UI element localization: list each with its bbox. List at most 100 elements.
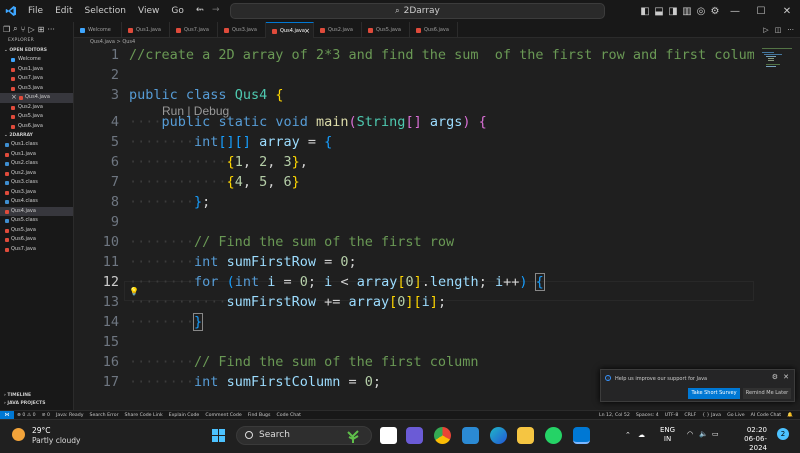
clock[interactable]: 02:20 06-06-2024	[727, 426, 767, 453]
tab-welcome[interactable]: Welcome	[74, 22, 122, 38]
file-item[interactable]: Qus5.java	[0, 226, 73, 236]
timeline-section[interactable]: › TIMELINE	[0, 392, 74, 400]
open-editor-item[interactable]: Qus2.java	[0, 103, 73, 113]
status-item[interactable]: Explain Code	[166, 413, 203, 418]
run-icon[interactable]: ▷	[763, 26, 768, 34]
forward-arrow-icon[interactable]: →	[212, 5, 220, 15]
take-survey-button[interactable]: Take Short Survey	[688, 388, 740, 399]
run-debug-icon[interactable]: ▷	[28, 25, 34, 34]
tab-qus1-java[interactable]: Qus1.java	[122, 22, 170, 38]
status-item[interactable]: Code Chat	[273, 413, 303, 418]
file-explorer-icon[interactable]	[517, 427, 534, 444]
open-editors-section[interactable]: ⌄ OPEN EDITORS	[0, 46, 73, 55]
toggle-sidebar-icon[interactable]: ◧	[638, 6, 652, 17]
status-item[interactable]: AI Code Chat	[748, 413, 785, 418]
plant-icon[interactable]	[345, 427, 362, 444]
status-item[interactable]: Find Bugs	[245, 413, 274, 418]
file-item[interactable]: Qus4.class	[0, 197, 73, 207]
file-item[interactable]: Qus4.java	[0, 206, 73, 216]
teams-chat-icon[interactable]	[406, 427, 423, 444]
open-editor-item[interactable]: Qus1.java	[0, 65, 73, 75]
volume-icon[interactable]: 🔈	[699, 430, 708, 438]
tab-qus7-java[interactable]: Qus7.java	[170, 22, 218, 38]
status-item[interactable]: CRLF	[681, 413, 699, 418]
minimize-icon[interactable]: —	[722, 6, 748, 17]
menu-edit[interactable]: Edit	[49, 6, 78, 16]
tab-qus6-java[interactable]: Qus6.java	[410, 22, 458, 38]
wifi-icon[interactable]: ◠	[687, 430, 693, 438]
extensions-icon[interactable]: ⊞	[38, 25, 45, 34]
minimap[interactable]	[760, 47, 800, 87]
status-item[interactable]: Java: Ready	[53, 413, 87, 418]
folder-section[interactable]: ⌄ 2DARRAY	[0, 131, 73, 140]
language-indicator[interactable]: ENG IN	[660, 426, 675, 444]
windows-start-icon[interactable]	[212, 429, 225, 442]
menu-selection[interactable]: Selection	[79, 6, 132, 16]
status-item[interactable]: UTF-8	[662, 413, 682, 418]
maximize-icon[interactable]: ☐	[748, 6, 774, 17]
file-item[interactable]: Qus7.java	[0, 245, 73, 255]
file-item[interactable]: Qus5.class	[0, 216, 73, 226]
chevron-up-icon[interactable]: ⌃	[625, 431, 631, 439]
status-item[interactable]: Comment Code	[202, 413, 244, 418]
tab-qus5-java[interactable]: Qus5.java	[362, 22, 410, 38]
source-control-icon[interactable]: ⑂	[21, 25, 26, 34]
toggle-secondary-sidebar-icon[interactable]: ◨	[666, 6, 680, 17]
breadcrumb[interactable]: Qus4.java > Qus4	[74, 38, 800, 47]
status-item[interactable]: Ln 12, Col 52	[596, 413, 633, 418]
command-center-search[interactable]: ⌕ 2Darray	[230, 3, 605, 19]
status-item[interactable]: Spaces: 4	[633, 413, 662, 418]
file-item[interactable]: Qus2.class	[0, 159, 73, 169]
tab-qus2-java[interactable]: Qus2.java	[314, 22, 362, 38]
battery-icon[interactable]: ▭	[712, 430, 719, 438]
status-item[interactable]: { } Java	[699, 413, 724, 418]
close-icon[interactable]: ×	[11, 93, 17, 103]
files-icon[interactable]: ❐	[3, 25, 10, 34]
open-editor-item[interactable]: Qus3.java	[0, 84, 73, 94]
open-editor-item[interactable]: Qus5.java	[0, 112, 73, 122]
tab-qus4-java[interactable]: Qus4.java ×	[266, 22, 314, 38]
bell-icon[interactable]: 🔔	[784, 413, 796, 418]
file-item[interactable]: Qus1.java	[0, 150, 73, 160]
more-actions-icon[interactable]: ···	[787, 26, 794, 34]
close-window-icon[interactable]: ✕	[774, 6, 800, 17]
file-item[interactable]: Qus3.class	[0, 178, 73, 188]
store-icon[interactable]	[462, 427, 479, 444]
status-item[interactable]: Go Live	[724, 413, 748, 418]
tab-qus3-java[interactable]: Qus3.java	[218, 22, 266, 38]
cloud-icon[interactable]: ☁	[638, 431, 645, 439]
file-item[interactable]: Qus1.class	[0, 140, 73, 150]
file-item[interactable]: Qus3.java	[0, 188, 73, 198]
status-item[interactable]: Share Code Link	[122, 413, 166, 418]
code-editor[interactable]: Run | Debug 💡 1//create a 2D array of 2*…	[74, 47, 754, 407]
split-editor-icon[interactable]: ◫	[775, 26, 782, 34]
notification-settings-icon[interactable]: ⚙	[772, 373, 778, 381]
status-item[interactable]: Search Error	[87, 413, 122, 418]
open-editor-item[interactable]: Welcome	[0, 55, 73, 65]
toggle-panel-icon[interactable]: ⬓	[652, 6, 666, 17]
back-arrow-icon[interactable]: ←	[196, 5, 204, 15]
java-projects-section[interactable]: › JAVA PROJECTS	[0, 400, 74, 408]
chrome-icon[interactable]	[434, 427, 451, 444]
open-editor-item[interactable]: Qus6.java	[0, 122, 73, 132]
task-view-icon[interactable]	[380, 427, 397, 444]
more-icon[interactable]: ···	[47, 25, 55, 34]
menu-file[interactable]: File	[22, 6, 49, 16]
menu-go[interactable]: Go	[165, 6, 189, 16]
menu-view[interactable]: View	[132, 6, 165, 16]
whatsapp-icon[interactable]	[545, 427, 562, 444]
file-item[interactable]: Qus2.java	[0, 169, 73, 179]
open-editor-item[interactable]: Qus7.java	[0, 74, 73, 84]
remind-later-button[interactable]: Remind Me Later	[743, 388, 791, 399]
notification-badge[interactable]: 2	[777, 428, 789, 440]
search-icon[interactable]: ⌕	[13, 24, 17, 34]
open-editor-item[interactable]: × Qus4.java	[0, 93, 73, 103]
file-item[interactable]: Qus6.java	[0, 235, 73, 245]
notification-close-icon[interactable]: ✕	[783, 373, 789, 381]
close-icon[interactable]: ×	[304, 27, 310, 35]
customize-layout-icon[interactable]: ▥	[680, 6, 694, 17]
edge-icon[interactable]	[490, 427, 507, 444]
vscode-taskbar-icon[interactable]	[573, 427, 590, 444]
settings-gear-icon[interactable]: ⚙	[708, 6, 722, 17]
account-icon[interactable]: ◎	[694, 6, 708, 17]
